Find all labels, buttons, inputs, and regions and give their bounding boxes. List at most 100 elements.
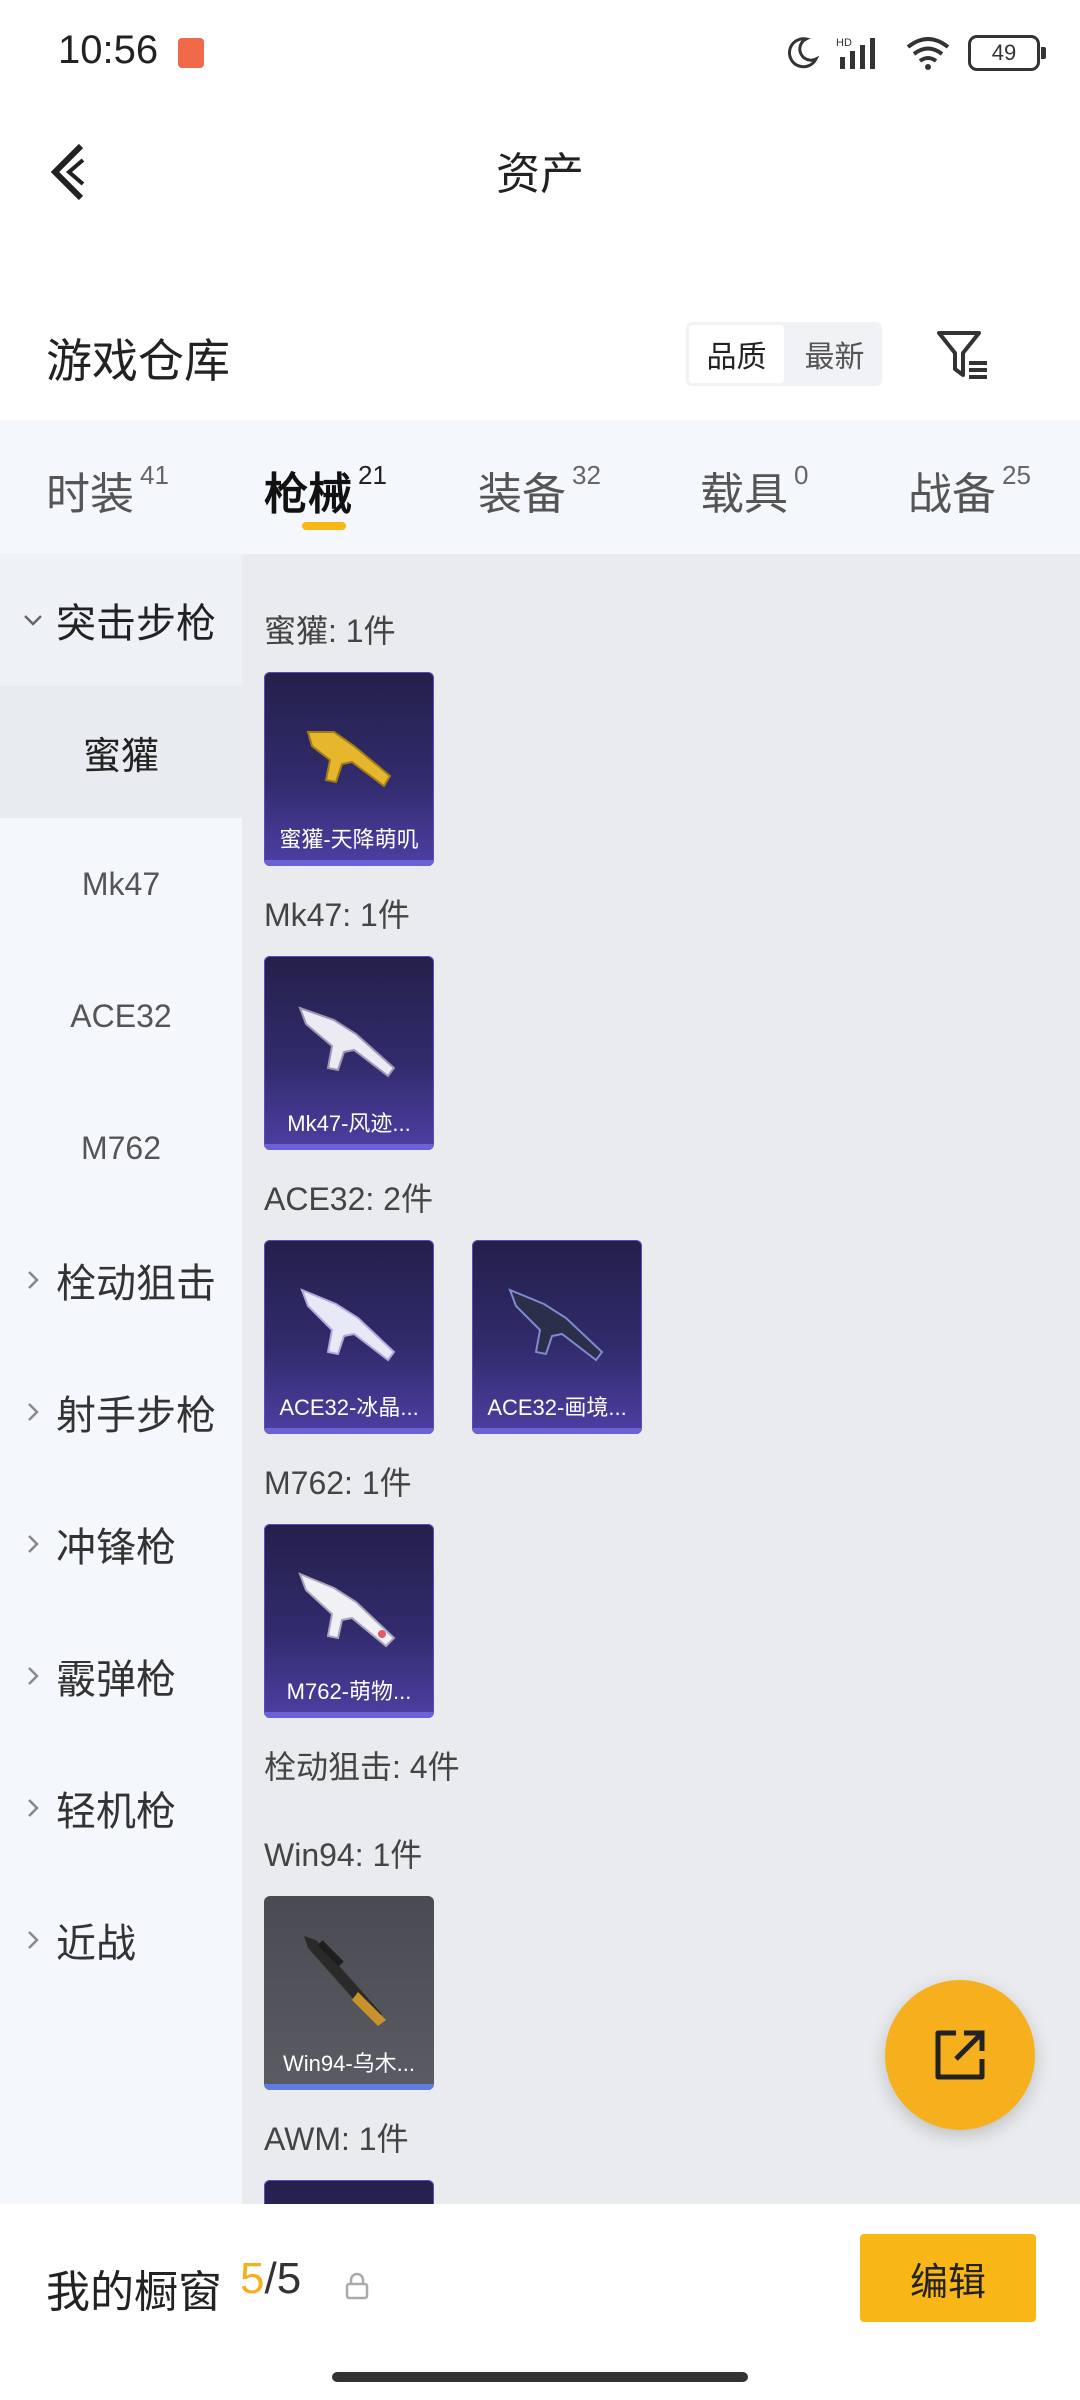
skin-card[interactable] xyxy=(264,2180,434,2204)
skin-card[interactable]: 蜜獾-天降萌叽 xyxy=(264,672,434,866)
tab-firearms[interactable]: 枪械 21 xyxy=(264,458,387,522)
tab-label: 枪械 xyxy=(264,470,352,519)
chevron-right-icon xyxy=(22,1533,44,1555)
share-button[interactable] xyxy=(885,1980,1035,2130)
sidebar-item-label: 冲锋枪 xyxy=(56,1526,176,1570)
chevron-right-icon xyxy=(22,1401,44,1423)
section-label: Win94: 1件 xyxy=(264,1837,423,1873)
rarity-bar xyxy=(264,1712,434,1718)
tab-label: 战备 xyxy=(908,470,996,519)
skin-name: 蜜獾-天降萌叽 xyxy=(279,827,419,852)
tab-label: 装备 xyxy=(478,470,566,519)
sidebar-item-label: 突击步枪 xyxy=(56,602,216,646)
skin-card[interactable]: Win94-乌木... xyxy=(264,1896,434,2090)
rarity-bar xyxy=(264,2084,434,2090)
showcase-total-count: /5 xyxy=(264,2254,302,2303)
share-icon xyxy=(935,2030,985,2080)
status-bar: 10:56 HD 49 xyxy=(0,0,1080,110)
filter-button[interactable] xyxy=(930,322,996,388)
sidebar-item-label: M762 xyxy=(80,1129,162,1166)
warehouse-header: 游戏仓库 品质 最新 xyxy=(0,300,1080,410)
showcase-bar: 我的橱窗 5/5 编辑 xyxy=(0,2204,1080,2400)
skin-name: Win94-乌木... xyxy=(282,2051,416,2076)
skin-card[interactable]: Mk47-风迹... xyxy=(264,956,434,1150)
sidebar-item-ace32[interactable]: ACE32 xyxy=(0,950,242,1082)
tab-vehicles[interactable]: 载具 0 xyxy=(700,458,808,522)
battery-icon: 49 xyxy=(968,35,1046,71)
section-label: AWM: 1件 xyxy=(264,2121,409,2157)
rarity-bar xyxy=(264,1428,434,1434)
sidebar-item-label: 射手步枪 xyxy=(56,1394,216,1438)
sniper-rifle-icon xyxy=(304,1936,386,2026)
weapon-skin-list: 蜜獾: 1件 蜜獾-天降萌叽 Mk47: 1件 Mk47-风迹... ACE32… xyxy=(242,554,1080,2204)
rifle-icon xyxy=(300,1288,396,1362)
sort-toggle: 品质 最新 xyxy=(686,322,882,386)
section-label: M762: 1件 xyxy=(264,1465,412,1501)
rarity-bar xyxy=(472,1428,642,1434)
sidebar-item-honey-badger[interactable]: 蜜獾 xyxy=(0,686,242,818)
tab-equipment[interactable]: 装备 32 xyxy=(478,458,601,522)
sidebar-item-lmg[interactable]: 轻机枪 xyxy=(0,1742,242,1874)
skin-card[interactable]: M762-萌物... xyxy=(264,1524,434,1718)
rifle-icon xyxy=(508,1288,604,1362)
warehouse-title: 游戏仓库 xyxy=(46,335,230,387)
chevron-right-icon xyxy=(22,1797,44,1819)
tab-label: 时装 xyxy=(46,470,134,519)
sidebar-item-shotgun[interactable]: 霰弹枪 xyxy=(0,1610,242,1742)
edit-button[interactable]: 编辑 xyxy=(860,2234,1036,2322)
sidebar-item-label: 霰弹枪 xyxy=(56,1658,176,1702)
sort-quality-button[interactable]: 品质 xyxy=(689,325,784,383)
status-time: 10:56 xyxy=(58,28,159,72)
sidebar-item-label: Mk47 xyxy=(81,865,161,902)
sidebar-item-label: 蜜獾 xyxy=(82,735,159,778)
skin-card[interactable]: ACE32-画境... xyxy=(472,1240,642,1434)
tab-count: 0 xyxy=(794,460,809,490)
rarity-bar xyxy=(264,1144,434,1150)
tab-count: 25 xyxy=(1002,460,1031,490)
top-nav: 资产 xyxy=(0,110,1080,230)
section-label: 蜜獾: 1件 xyxy=(264,613,396,649)
tab-count: 21 xyxy=(358,460,387,490)
lock-icon xyxy=(345,2272,369,2300)
skin-name: ACE32-冰晶... xyxy=(279,1395,419,1420)
chevron-right-icon xyxy=(22,1665,44,1687)
sidebar-item-smg[interactable]: 冲锋枪 xyxy=(0,1478,242,1610)
sidebar-item-marksman-rifle[interactable]: 射手步枪 xyxy=(0,1346,242,1478)
moon-icon xyxy=(787,37,820,69)
notification-app-icon xyxy=(178,38,204,68)
chevron-down-icon xyxy=(22,609,44,631)
weapon-type-sidebar: 突击步枪 蜜獾 Mk47 ACE32 M762 栓动狙击 射手步枪 冲锋枪 霰弹… xyxy=(0,554,242,2204)
tab-count: 41 xyxy=(140,460,169,490)
active-tab-indicator xyxy=(302,522,346,530)
sidebar-item-assault-rifle[interactable]: 突击步枪 xyxy=(0,554,242,686)
skin-name: ACE32-画境... xyxy=(487,1395,627,1420)
sidebar-item-m762[interactable]: M762 xyxy=(0,1082,242,1214)
rifle-icon xyxy=(298,1572,396,1648)
skin-name: M762-萌物... xyxy=(286,1679,412,1704)
showcase-count: 5/5 xyxy=(240,2254,301,2304)
rarity-bar xyxy=(264,860,434,866)
skin-name: Mk47-风迹... xyxy=(287,1111,411,1136)
sidebar-item-mk47[interactable]: Mk47 xyxy=(0,818,242,950)
sidebar-item-label: 近战 xyxy=(56,1922,136,1966)
sidebar-item-label: 轻机枪 xyxy=(56,1790,176,1834)
chevron-right-icon xyxy=(22,1929,44,1951)
svg-text:HD: HD xyxy=(836,37,852,49)
sidebar-item-label: ACE32 xyxy=(70,997,172,1034)
showcase-used-count: 5 xyxy=(240,2254,265,2303)
tab-label: 载具 xyxy=(700,470,788,519)
home-indicator xyxy=(332,2372,748,2382)
status-icons: HD 49 xyxy=(784,28,1046,78)
sidebar-item-label: 栓动狙击 xyxy=(56,1262,216,1306)
skin-card[interactable]: ACE32-冰晶... xyxy=(264,1240,434,1434)
section-label: 栓动狙击: 4件 xyxy=(264,1749,460,1785)
tab-supplies[interactable]: 战备 25 xyxy=(908,458,1031,522)
tab-count: 32 xyxy=(572,460,601,490)
showcase-title: 我的橱窗 xyxy=(46,2268,222,2317)
sidebar-item-bolt-sniper[interactable]: 栓动狙击 xyxy=(0,1214,242,1346)
tab-fashion[interactable]: 时装 41 xyxy=(46,458,169,522)
sort-newest-button[interactable]: 最新 xyxy=(787,322,882,386)
sidebar-item-melee[interactable]: 近战 xyxy=(0,1874,242,2006)
filter-icon xyxy=(937,331,987,379)
wifi-icon xyxy=(906,37,950,70)
